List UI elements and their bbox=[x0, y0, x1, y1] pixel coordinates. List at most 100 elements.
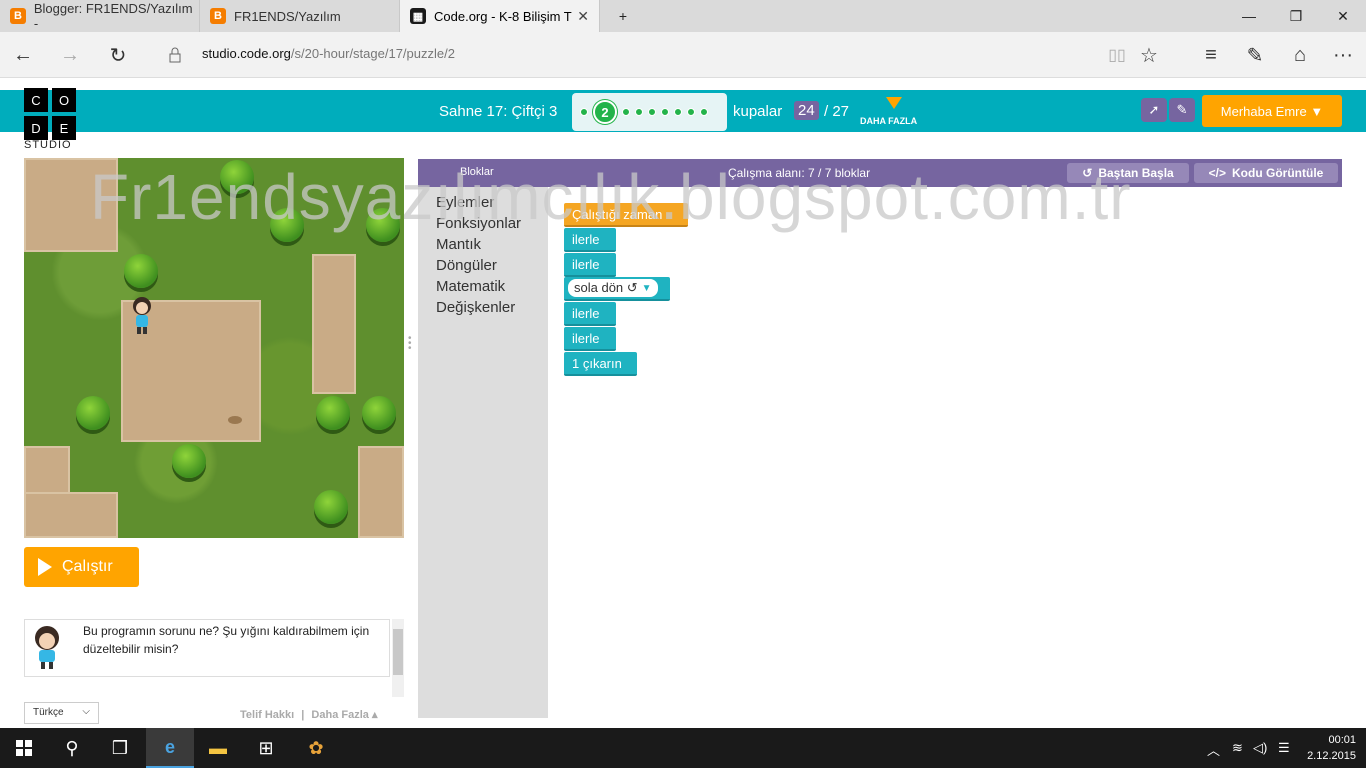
tree bbox=[124, 254, 158, 288]
url-domain: studio.code.org bbox=[202, 46, 291, 61]
new-tab-button[interactable]: + bbox=[600, 0, 646, 32]
browser-address-bar: ← → ↻ studio.code.org/s/20-hour/stage/17… bbox=[0, 32, 1366, 78]
instructions-scrollbar[interactable] bbox=[392, 619, 404, 697]
puzzle-dot[interactable] bbox=[622, 108, 630, 116]
more-arrow-icon[interactable] bbox=[886, 97, 902, 109]
edge-icon[interactable]: e bbox=[146, 728, 194, 768]
cups-label: kupalar bbox=[733, 103, 783, 120]
hub-icon[interactable]: ≡ bbox=[1196, 40, 1226, 70]
farmer-character bbox=[133, 297, 151, 334]
file-explorer-icon[interactable]: ▬ bbox=[194, 728, 242, 768]
block-label: 1 çıkarın bbox=[572, 355, 622, 371]
logo-letter: O bbox=[52, 88, 76, 112]
current-puzzle[interactable]: 2 bbox=[593, 100, 617, 124]
blockly-workspace[interactable] bbox=[548, 187, 1342, 718]
puzzle-dot[interactable] bbox=[687, 108, 695, 116]
show-hidden-icons-icon[interactable]: ︿ bbox=[1207, 740, 1220, 759]
system-clock[interactable]: 00:01 2.12.2015 bbox=[1307, 732, 1356, 764]
puzzle-dot[interactable] bbox=[580, 108, 588, 116]
block-label: ilerle bbox=[572, 305, 600, 321]
more-label[interactable]: DAHA FAZLA bbox=[860, 116, 917, 126]
notifications-icon[interactable]: ☰ bbox=[1278, 740, 1290, 756]
category-variables[interactable]: Değişkenler bbox=[436, 299, 515, 316]
watermark: Fr1endsyazılımcılık.blogspot.com.tr bbox=[90, 161, 1132, 233]
dirt-tile bbox=[358, 446, 404, 538]
clock-time: 00:01 bbox=[1328, 734, 1356, 746]
restore-button[interactable]: ❐ bbox=[1273, 0, 1319, 32]
pencil-icon[interactable]: ✎ bbox=[1169, 98, 1195, 122]
tab-title: Blogger: FR1ENDS/Yazılım - bbox=[33, 1, 193, 31]
forward-icon[interactable]: → bbox=[55, 40, 85, 70]
refresh-icon[interactable]: ↻ bbox=[103, 40, 133, 70]
puzzle-progress: 2 bbox=[572, 93, 727, 131]
play-icon bbox=[38, 558, 52, 576]
move-forward-block[interactable]: ilerle bbox=[564, 327, 616, 351]
url-path: /s/20-hour/stage/17/puzzle/2 bbox=[290, 46, 455, 61]
scrollbar-thumb[interactable] bbox=[393, 629, 403, 675]
logo-letter: D bbox=[24, 116, 48, 140]
run-button[interactable]: Çalıştır bbox=[24, 547, 139, 587]
paint-icon[interactable]: ✿ bbox=[292, 728, 340, 768]
block-label: ilerle bbox=[572, 256, 600, 272]
start-icon[interactable] bbox=[0, 728, 48, 768]
search-icon[interactable]: ⚲ bbox=[48, 728, 96, 768]
wifi-icon[interactable]: ≋ bbox=[1232, 740, 1243, 756]
copyright-link[interactable]: Telif Hakkı bbox=[240, 709, 294, 721]
category-math[interactable]: Matematik bbox=[436, 278, 505, 295]
more-icon[interactable]: ··· bbox=[1328, 40, 1358, 70]
footer-links: Telif Hakkı | Daha Fazla ▴ bbox=[240, 708, 377, 721]
dirt-tile bbox=[24, 492, 118, 538]
close-tab-icon[interactable]: ✕ bbox=[577, 8, 589, 25]
volume-icon[interactable]: ◁) bbox=[1253, 740, 1267, 756]
move-forward-block[interactable]: ilerle bbox=[564, 253, 616, 277]
tab-title: Code.org - K-8 Bilişim T bbox=[434, 8, 572, 24]
puzzle-dot[interactable] bbox=[674, 108, 682, 116]
web-note-icon[interactable]: ✎ bbox=[1240, 40, 1270, 70]
block-label: ilerle bbox=[572, 330, 600, 346]
url-field[interactable]: studio.code.org/s/20-hour/stage/17/puzzl… bbox=[202, 46, 455, 61]
puzzle-dot[interactable] bbox=[635, 108, 643, 116]
footer-separator: | bbox=[301, 709, 305, 721]
puzzle-dot[interactable] bbox=[700, 108, 708, 116]
blogger-icon: B bbox=[210, 8, 226, 24]
back-icon[interactable]: ← bbox=[8, 40, 38, 70]
stage-title[interactable]: Sahne 17: Çiftçi 3 bbox=[439, 103, 557, 120]
turn-left-block[interactable]: sola dön ↺ ▼ bbox=[564, 277, 670, 301]
tree bbox=[76, 396, 110, 430]
browser-tab-blogger[interactable]: B Blogger: FR1ENDS/Yazılım - bbox=[0, 0, 200, 32]
tab-title: FR1ENDS/Yazılım bbox=[234, 8, 341, 24]
share-icon[interactable]: ⌂ bbox=[1285, 40, 1315, 70]
browser-tab-bar: B Blogger: FR1ENDS/Yazılım - B FR1ENDS/Y… bbox=[0, 0, 1366, 32]
tree bbox=[314, 490, 348, 524]
reading-view-icon[interactable]: ▯▯ bbox=[1102, 40, 1132, 70]
show-code-button[interactable]: </> Kodu Görüntüle bbox=[1194, 163, 1338, 183]
resize-handle[interactable]: • • • bbox=[408, 334, 412, 354]
turn-direction-dropdown[interactable]: sola dön ↺ ▼ bbox=[568, 279, 658, 297]
favorite-icon[interactable]: ☆ bbox=[1134, 40, 1164, 70]
move-forward-block[interactable]: ilerle bbox=[564, 302, 616, 326]
rocket-icon[interactable]: ➚ bbox=[1141, 98, 1167, 122]
store-icon[interactable]: ⊞ bbox=[242, 728, 290, 768]
language-value: Türkçe bbox=[33, 707, 64, 718]
category-loops[interactable]: Döngüler bbox=[436, 257, 497, 274]
close-window-button[interactable]: ✕ bbox=[1320, 0, 1366, 32]
puzzle-dot[interactable] bbox=[661, 108, 669, 116]
cups-total: / 27 bbox=[824, 103, 850, 120]
remove-dirt-block[interactable]: 1 çıkarın bbox=[564, 352, 637, 376]
tree bbox=[316, 396, 350, 430]
logo-letter: C bbox=[24, 88, 48, 112]
more-link[interactable]: Daha Fazla ▴ bbox=[311, 709, 377, 721]
minimize-button[interactable]: — bbox=[1226, 0, 1272, 32]
chevron-down-icon: ⌵ bbox=[82, 706, 90, 717]
puzzle-dot[interactable] bbox=[648, 108, 656, 116]
windows-taskbar: ⚲ ❒ e ▬ ⊞ ✿ ︿ ≋ ◁) ☰ 00:01 2.12.2015 bbox=[0, 728, 1366, 768]
category-logic[interactable]: Mantık bbox=[436, 236, 481, 253]
dirt-tile bbox=[312, 254, 356, 394]
language-select[interactable]: Türkçe ⌵ bbox=[24, 702, 99, 724]
browser-tab-codeorg[interactable]: ▦ Code.org - K-8 Bilişim T ✕ bbox=[400, 0, 600, 32]
lock-icon bbox=[160, 40, 190, 70]
task-view-icon[interactable]: ❒ bbox=[96, 728, 144, 768]
dirt-pile bbox=[228, 416, 242, 424]
user-menu-button[interactable]: Merhaba Emre ▼ bbox=[1202, 95, 1342, 127]
browser-tab-friends[interactable]: B FR1ENDS/Yazılım bbox=[200, 0, 400, 32]
